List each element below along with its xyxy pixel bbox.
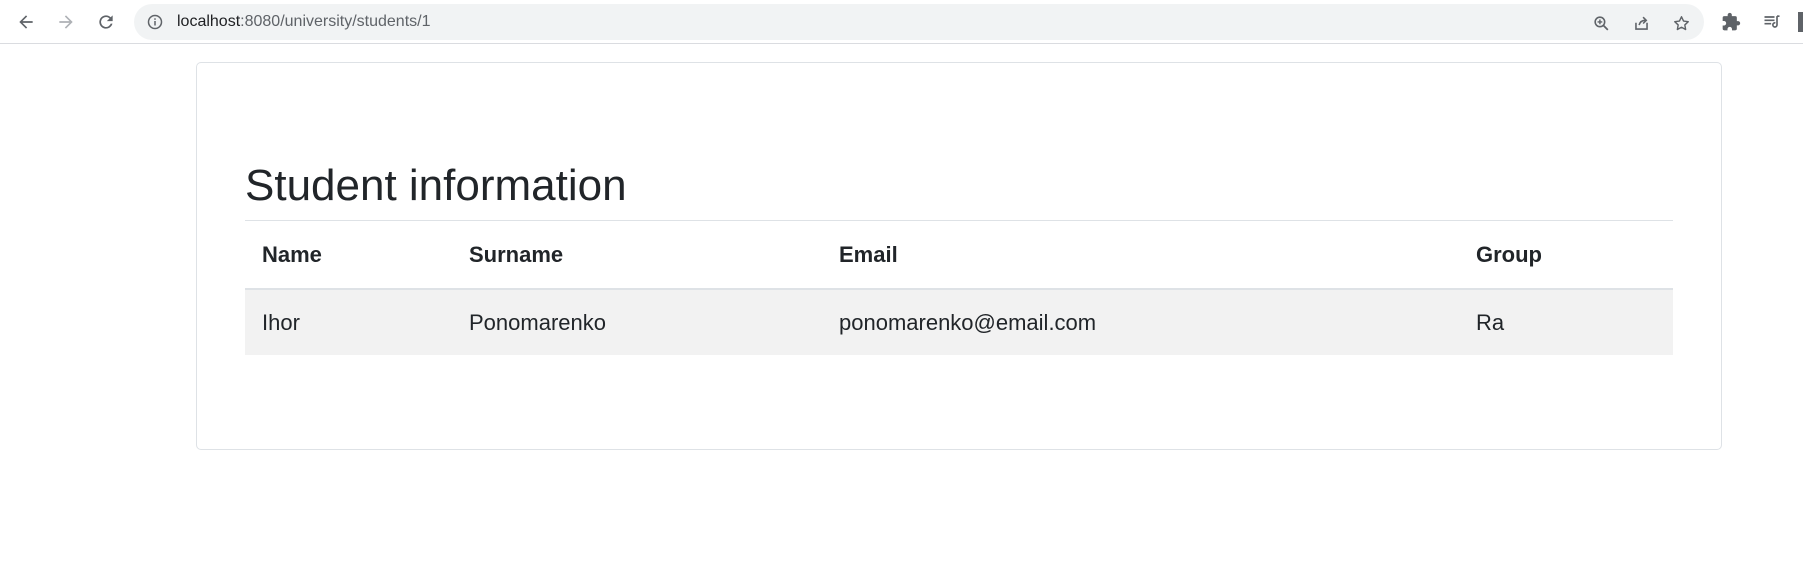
column-header-name: Name: [245, 221, 452, 290]
column-header-group: Group: [1459, 221, 1673, 290]
reload-button[interactable]: [92, 8, 120, 36]
info-icon[interactable]: [147, 14, 163, 30]
star-icon: [1673, 15, 1689, 30]
browser-toolbar: localhost:8080/university/students/1: [0, 0, 1803, 44]
cell-email: ponomarenko@email.com: [822, 289, 1459, 355]
student-card: Student information Name Surname Email G…: [196, 62, 1722, 450]
table-header-row: Name Surname Email Group: [245, 221, 1673, 290]
forward-button[interactable]: [52, 8, 80, 36]
url-text[interactable]: localhost:8080/university/students/1: [177, 4, 431, 40]
bookmark-button[interactable]: [1670, 12, 1692, 34]
reading-list-button[interactable]: [1760, 10, 1784, 34]
extensions-button[interactable]: [1719, 10, 1743, 34]
zoom-button[interactable]: [1590, 12, 1612, 34]
cell-name: Ihor: [245, 289, 452, 355]
arrow-left-icon: [19, 15, 33, 29]
zoom-in-icon: [1593, 15, 1608, 30]
column-header-email: Email: [822, 221, 1459, 290]
address-bar[interactable]: localhost:8080/university/students/1: [134, 4, 1704, 40]
reading-list-icon: [1764, 15, 1780, 28]
table-row: Ihor Ponomarenko ponomarenko@email.com R…: [245, 289, 1673, 355]
student-table: Name Surname Email Group Ihor Ponomarenk…: [245, 221, 1673, 355]
url-host: localhost: [177, 13, 241, 30]
share-button[interactable]: [1630, 12, 1652, 34]
column-header-surname: Surname: [452, 221, 822, 290]
cell-group: Ra: [1459, 289, 1673, 355]
reload-icon: [99, 15, 113, 29]
puzzle-icon: [1722, 12, 1741, 31]
back-button[interactable]: [12, 8, 40, 36]
url-path: :8080/university/students/1: [240, 13, 431, 30]
share-icon: [1634, 16, 1648, 30]
page-title: Student information: [245, 161, 627, 210]
arrow-right-icon: [59, 15, 73, 29]
cell-surname: Ponomarenko: [452, 289, 822, 355]
toolbar-edge: [1798, 12, 1803, 32]
